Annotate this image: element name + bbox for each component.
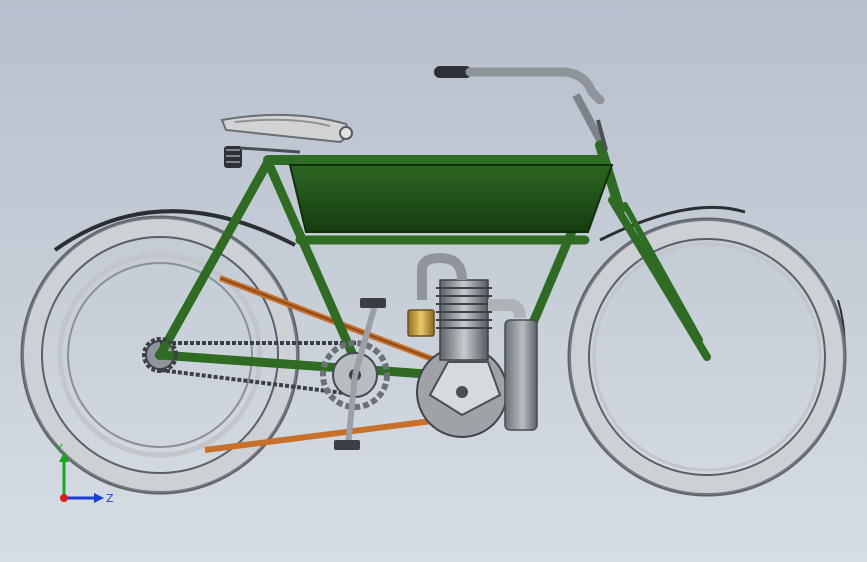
x-axis-dot	[60, 494, 68, 502]
motorcycle-model[interactable]	[0, 0, 867, 562]
fuel-tank[interactable]	[288, 164, 614, 233]
muffler	[504, 319, 538, 431]
engine[interactable]	[407, 252, 538, 438]
axis-triad: Y Z	[55, 442, 114, 505]
pedal-lower	[334, 440, 360, 450]
z-axis-label: Z	[106, 492, 114, 505]
cad-viewport[interactable]: Y Z	[0, 0, 867, 562]
pedal-upper	[360, 298, 386, 308]
handlebar[interactable]	[434, 66, 608, 151]
y-axis-label: Y	[55, 442, 63, 455]
carburetor	[407, 309, 435, 337]
